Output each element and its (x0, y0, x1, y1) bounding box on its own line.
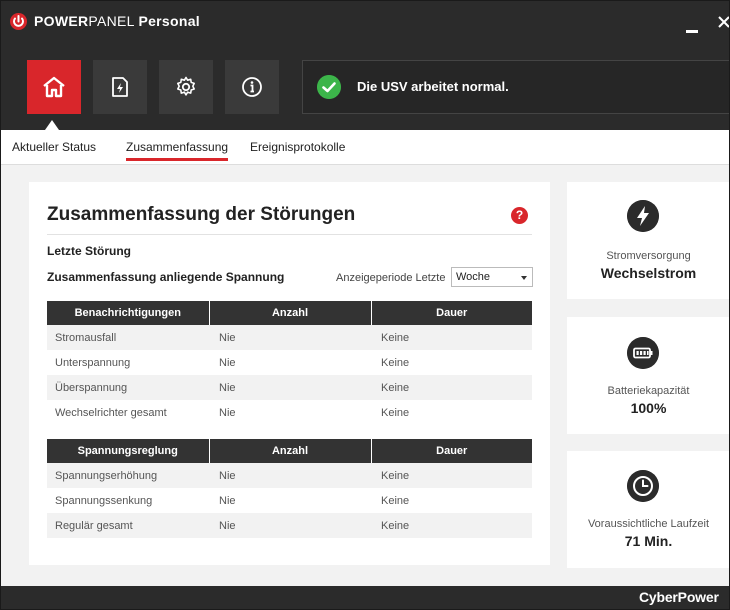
help-icon[interactable]: ? (511, 207, 528, 224)
power-supply-label: Stromversorgung (606, 250, 691, 262)
cyberpower-logo: CyberPower (639, 589, 719, 605)
app-title: POWERPANEL Personal (34, 13, 200, 29)
toolbar: Die USV arbeitet normal. (0, 44, 730, 130)
chevron-down-icon (521, 276, 527, 280)
column-header: Anzahl (208, 301, 371, 325)
minimize-button[interactable] (686, 30, 698, 33)
table-cell: Keine (371, 513, 532, 538)
footer-bar: CyberPower (0, 586, 730, 610)
tab-current-status[interactable]: Aktueller Status (12, 140, 96, 154)
table-cell: Nie (209, 325, 371, 350)
period-label: Anzeigeperiode Letzte (336, 272, 446, 284)
table-cell: Keine (371, 463, 532, 488)
column-header: Dauer (370, 301, 532, 325)
last-fault-label: Letzte Störung (47, 244, 131, 258)
battery-capacity-label: Batteriekapazität (607, 385, 690, 397)
lightning-icon (627, 200, 659, 232)
check-circle-icon (317, 75, 341, 99)
table-cell: Überspannung (47, 375, 209, 400)
table-cell: Nie (209, 463, 371, 488)
column-header: Spannungsreglung (47, 439, 209, 463)
active-section-pointer (45, 120, 59, 130)
table-row: Überspannung Nie Keine (47, 375, 532, 400)
status-message-box: Die USV arbeitet normal. (302, 60, 730, 114)
voltage-summary-label: Zusammenfassung anliegende Spannung (47, 270, 285, 284)
column-header: Benachrichtigungen (47, 301, 209, 325)
battery-capacity-card: Batteriekapazität 100% (567, 317, 730, 434)
table-cell: Unterspannung (55, 356, 131, 369)
table-cell: Nie (219, 356, 236, 369)
runtime-card: Voraussichtliche Laufzeit 71 Min. (567, 451, 730, 568)
table-cell: Regulär gesamt (47, 513, 209, 538)
table-cell: Nie (209, 513, 371, 538)
table-cell: Keine (371, 325, 532, 350)
tab-summary[interactable]: Zusammenfassung (126, 140, 229, 161)
table-cell: Nie (219, 494, 236, 507)
home-button[interactable] (27, 60, 81, 114)
table-cell: Stromausfall (47, 325, 209, 350)
table-row: Unterspannung Nie Keine (47, 350, 532, 375)
fault-summary-card: Zusammenfassung der Störungen ? Letzte S… (29, 182, 550, 565)
table-cell: Nie (209, 375, 371, 400)
info-button[interactable] (225, 60, 279, 114)
period-select[interactable]: Woche (451, 267, 533, 287)
runtime-label: Voraussichtliche Laufzeit (587, 518, 710, 530)
table-row: Regulär gesamt Nie Keine (47, 513, 532, 538)
column-header: Anzahl (208, 439, 371, 463)
settings-button[interactable] (159, 60, 213, 114)
table-header-row: Benachrichtigungen Anzahl Dauer (47, 301, 532, 325)
table-header-row: Spannungsreglung Anzahl Dauer (47, 439, 532, 463)
title-divider (47, 234, 532, 235)
table-cell: Wechselrichter gesamt (55, 406, 167, 419)
info-icon (242, 77, 262, 97)
table-row: Stromausfall Nie Keine (47, 325, 532, 350)
document-bolt-icon (112, 77, 128, 97)
tab-bar: Aktueller Status Zusammenfassung Ereigni… (0, 130, 730, 165)
power-supply-value: Wechselstrom (600, 265, 697, 281)
battery-icon (627, 337, 659, 369)
table-cell: Keine (381, 356, 410, 369)
powerpanel-logo-icon (10, 13, 27, 30)
period-select-value: Woche (456, 271, 491, 283)
voltage-regulation-table: Spannungsreglung Anzahl Dauer Spannungse… (47, 439, 532, 538)
table-row: Wechselrichter gesamt Nie Keine (47, 400, 532, 425)
table-cell: Keine (371, 375, 532, 400)
page-title: Zusammenfassung der Störungen (47, 204, 356, 225)
table-cell: Nie (219, 406, 236, 419)
tab-event-logs[interactable]: Ereignisprotokolle (250, 140, 345, 154)
table-cell: Keine (381, 406, 410, 419)
title-bar: POWERPANEL Personal (0, 0, 730, 44)
runtime-value: 71 Min. (624, 533, 673, 549)
table-cell: Spannungssenkung (55, 494, 153, 507)
column-header: Dauer (370, 439, 532, 463)
clock-icon (627, 470, 659, 502)
status-text: Die USV arbeitet normal. (357, 79, 509, 94)
home-icon (43, 76, 65, 98)
close-button[interactable] (717, 14, 730, 30)
notifications-table: Benachrichtigungen Anzahl Dauer Stromaus… (47, 301, 532, 425)
power-supply-card: Stromversorgung Wechselstrom (567, 182, 730, 299)
gear-icon (177, 76, 195, 96)
table-cell: Spannungserhöhung (47, 463, 209, 488)
energy-report-button[interactable] (93, 60, 147, 114)
table-row: Spannungserhöhung Nie Keine (47, 463, 532, 488)
table-cell: Keine (381, 494, 410, 507)
table-row: Spannungssenkung Nie Keine (47, 488, 532, 513)
battery-capacity-value: 100% (630, 400, 667, 416)
